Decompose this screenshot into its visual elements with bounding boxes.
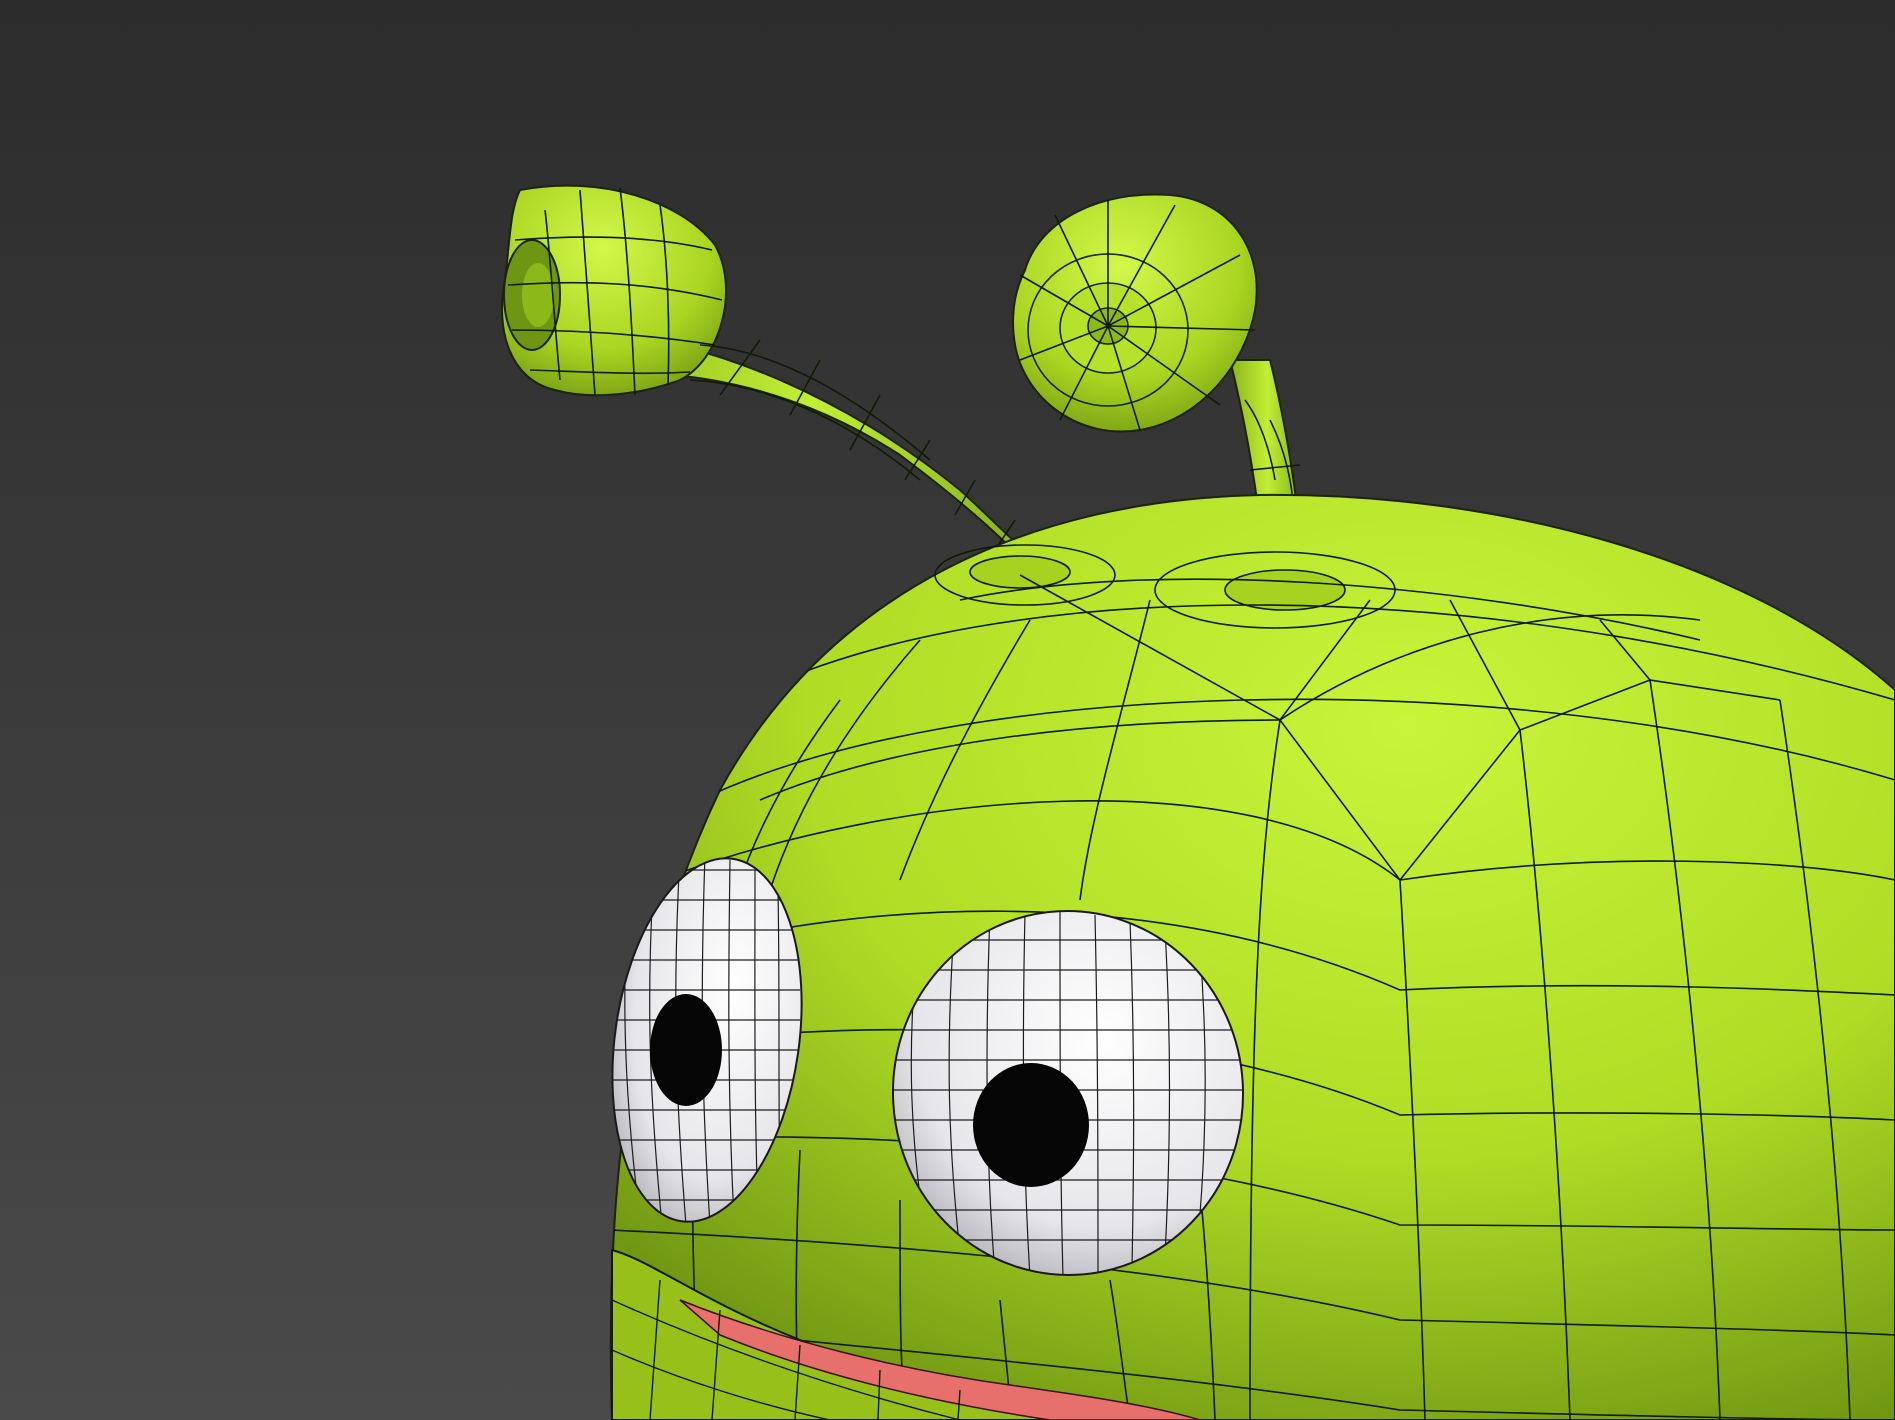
scene-render xyxy=(0,0,1895,1420)
3d-viewport[interactable] xyxy=(0,0,1895,1420)
right-pupil xyxy=(973,1063,1089,1187)
left-pupil xyxy=(650,994,722,1106)
